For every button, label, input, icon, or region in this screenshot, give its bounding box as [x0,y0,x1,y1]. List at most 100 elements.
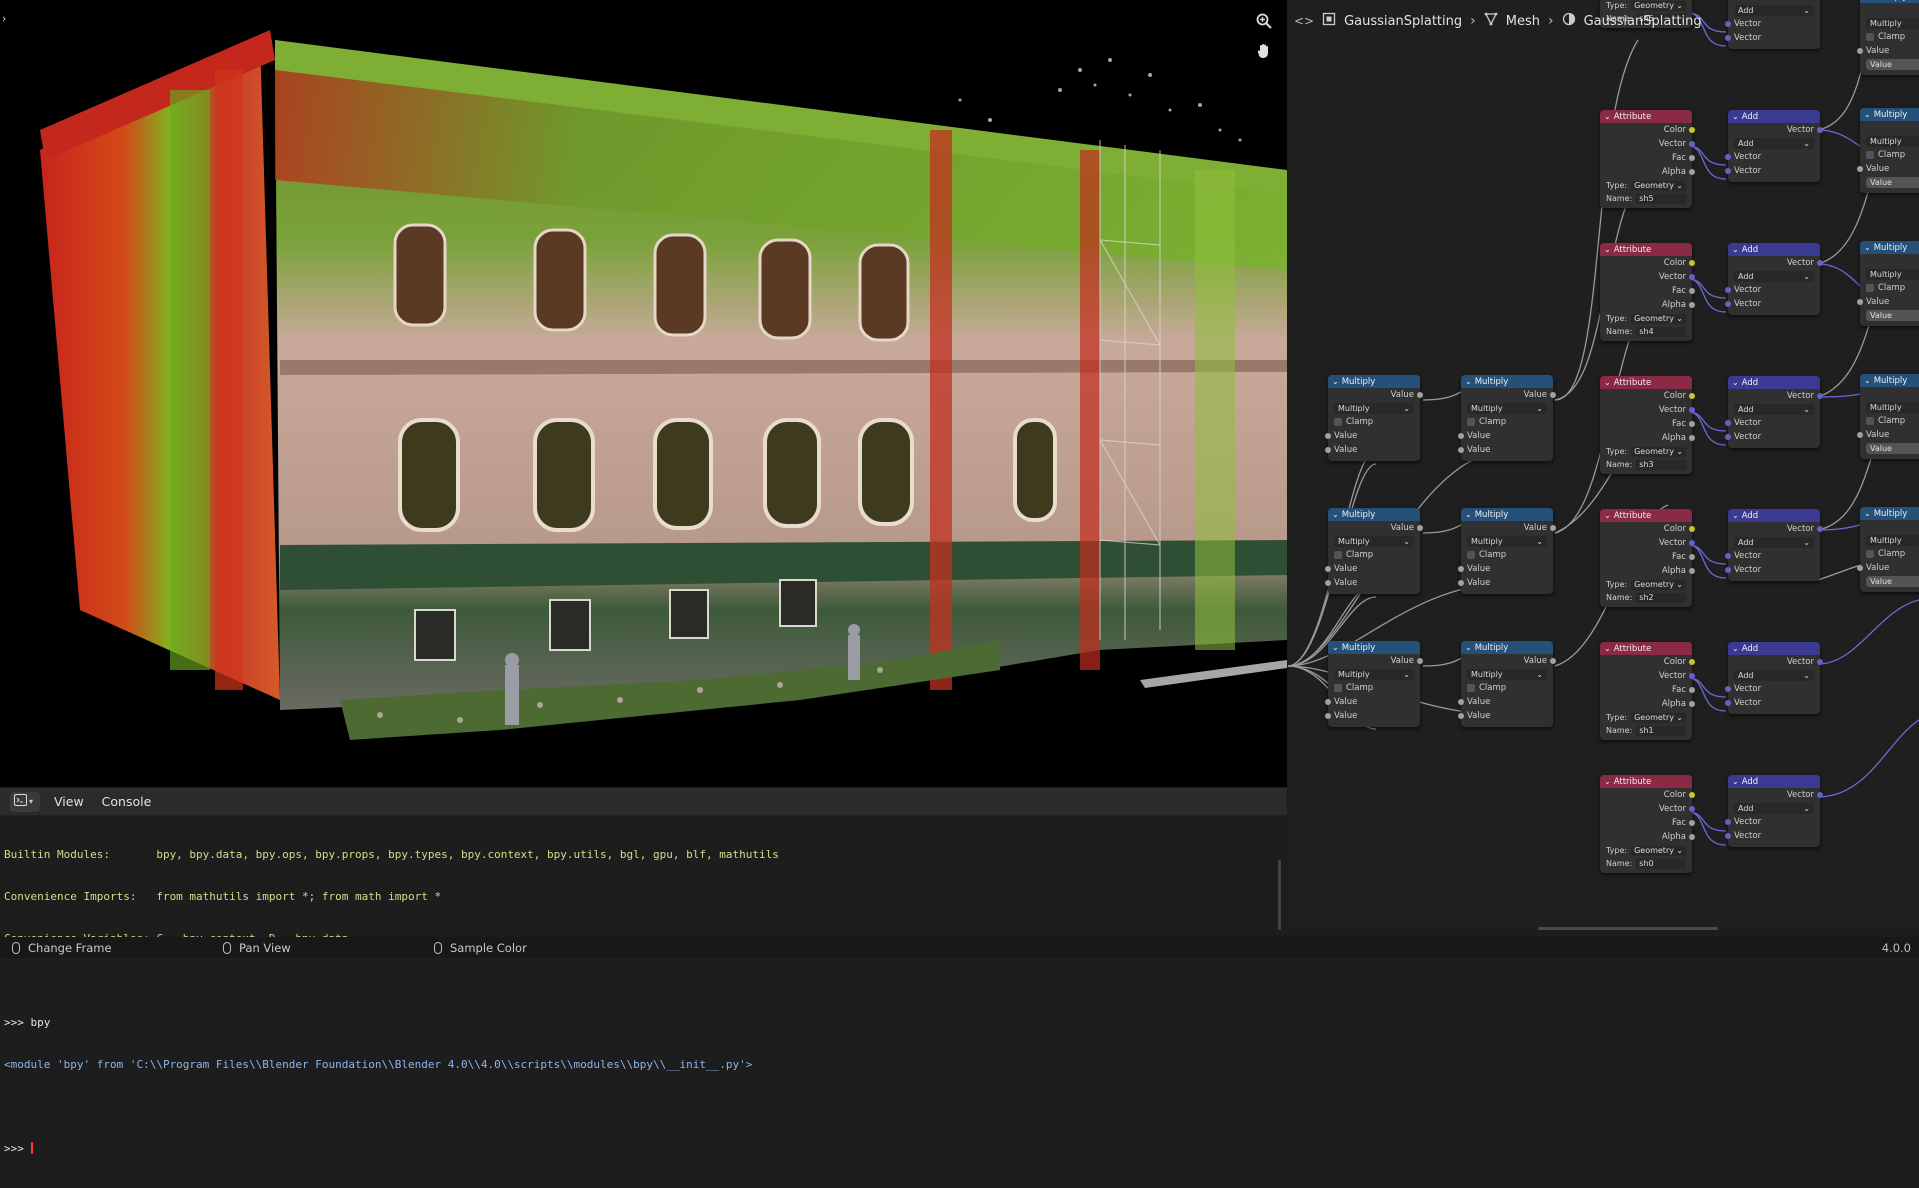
value-field[interactable]: Value-0 [1866,310,1919,321]
type-dropdown[interactable]: Geometry ⌄ [1631,180,1686,191]
name-input[interactable]: sh3 [1636,459,1686,470]
node-socket[interactable] [1689,806,1695,812]
operation-dropdown[interactable]: Multiply⌄ [1866,535,1919,546]
node-socket[interactable] [1725,35,1731,41]
value-field[interactable]: Value1 [1866,177,1919,188]
node-socket[interactable] [1689,834,1695,840]
operation-dropdown[interactable]: Add ⌄ [1734,670,1814,681]
menu-console[interactable]: Console [98,792,156,811]
chevron-down-icon[interactable]: ⌄ [1732,644,1739,653]
viewport-region-toggle[interactable]: › [2,12,6,25]
clamp-checkbox[interactable]: Clamp [1860,148,1919,162]
chevron-down-icon[interactable]: ⌄ [1864,376,1871,385]
node-header[interactable]: ⌄Multiply [1328,641,1420,654]
node-socket[interactable] [1689,169,1695,175]
node-socket[interactable] [1725,833,1731,839]
node-socket[interactable] [1458,433,1464,439]
checkbox[interactable] [1866,284,1874,292]
vector-add-node[interactable]: ⌄AddVectorAdd⌄VectorVector [1725,775,1823,847]
operation-dropdown[interactable]: Multiply⌄ [1334,669,1414,680]
node-header[interactable]: ⌄ Attribute [1600,110,1692,123]
node-socket[interactable] [1689,141,1695,147]
node-header[interactable]: ⌄Multiply [1328,375,1420,388]
math-multiply-node[interactable]: ⌄ Multiply Value Multiply ⌄ Clamp Value Value [1325,375,1423,461]
node-socket[interactable] [1725,686,1731,692]
node-socket[interactable] [1857,299,1863,305]
node-header[interactable]: ⌄Multiply [1461,508,1553,521]
operation-dropdown[interactable]: Multiply⌄ [1467,403,1547,414]
node-header[interactable]: ⌄Multiply [1860,507,1919,520]
math-multiply-node-partial[interactable]: ⌄MultiplyMultiply⌄ClampValueValue1 [1857,108,1919,193]
chevron-down-icon[interactable]: ⌄ [1864,509,1871,518]
breadcrumb-object[interactable]: GaussianSplatting [1344,14,1462,29]
vector-add-node[interactable]: ⌄AddVectorAdd⌄VectorVector [1725,243,1823,315]
chevron-down-icon[interactable]: ⌄ [1864,243,1871,252]
node-socket[interactable] [1689,568,1695,574]
node-socket[interactable] [1325,580,1331,586]
node-socket[interactable] [1689,155,1695,161]
breadcrumb-mesh[interactable]: Mesh [1506,14,1540,29]
node-socket[interactable] [1725,301,1731,307]
math-multiply-node-partial[interactable]: ⌄MultiplyMultiply⌄ClampValueValue-0 [1857,507,1919,592]
node-socket[interactable] [1550,658,1556,664]
operation-dropdown[interactable]: Multiply⌄ [1334,403,1414,414]
node-socket[interactable] [1689,701,1695,707]
checkbox[interactable] [1334,551,1342,559]
console-output[interactable]: Builtin Modules: bpy, bpy.data, bpy.ops,… [0,816,1287,1188]
chevron-down-icon[interactable]: ⌄ [1732,511,1739,520]
node-socket[interactable] [1725,21,1731,27]
clamp-checkbox[interactable]: Clamp [1461,415,1553,429]
attribute-name-field[interactable]: Name: sh0 [1600,857,1692,870]
chevron-down-icon[interactable]: ⌄ [1604,644,1611,653]
console-scrollbar[interactable] [1278,860,1281,930]
chevron-down-icon[interactable]: ⌄ [1465,377,1472,386]
chevron-down-icon[interactable]: ⌄ [1604,777,1611,786]
checkbox[interactable] [1334,418,1342,426]
operation-dropdown[interactable]: Multiply⌄ [1866,136,1919,147]
node-socket[interactable] [1725,700,1731,706]
operation-dropdown[interactable]: Multiply⌄ [1866,18,1919,29]
chevron-down-icon[interactable]: ⌄ [1465,510,1472,519]
node-socket[interactable] [1725,567,1731,573]
node-socket[interactable] [1857,48,1863,54]
node-socket[interactable] [1725,553,1731,559]
node-socket[interactable] [1417,658,1423,664]
operation-dropdown[interactable]: Add ⌄ [1734,404,1814,415]
breadcrumb-material[interactable]: GaussianSplatting [1584,14,1702,29]
attribute-node[interactable]: ⌄AttributeColorVectorFacAlphaType:Geomet… [1600,775,1695,873]
clamp-checkbox[interactable]: Clamp [1860,281,1919,295]
operation-dropdown[interactable]: Multiply⌄ [1334,536,1414,547]
chevron-down-icon[interactable]: ⌄ [1332,377,1339,386]
attribute-type-field[interactable]: Type: Geometry ⌄ [1600,578,1692,591]
checkbox[interactable] [1866,33,1874,41]
node-header[interactable]: ⌄ Attribute [1600,376,1692,389]
node-socket[interactable] [1689,820,1695,826]
clamp-checkbox[interactable]: Clamp [1461,681,1553,695]
chevron-down-icon[interactable]: ⌄ [1864,0,1871,1]
node-socket[interactable] [1689,407,1695,413]
attribute-type-field[interactable]: Type: Geometry ⌄ [1600,445,1692,458]
node-socket[interactable] [1857,565,1863,571]
node-socket[interactable] [1857,166,1863,172]
chevron-down-icon[interactable]: ⌄ [1332,643,1339,652]
node-socket[interactable] [1458,713,1464,719]
value-field[interactable]: Value-1 [1866,59,1919,70]
menu-view[interactable]: View [50,792,88,811]
math-multiply-node[interactable]: ⌄ Multiply Value Multiply ⌄ Clamp Value Value [1325,641,1423,727]
operation-dropdown[interactable]: Add ⌄ [1734,138,1814,149]
chevron-down-icon[interactable]: ⌄ [1732,245,1739,254]
name-input[interactable]: sh1 [1636,725,1686,736]
vector-add-node[interactable]: ⌄AddVectorAdd⌄VectorVector [1725,376,1823,448]
name-input[interactable]: sh2 [1636,592,1686,603]
zoom-icon[interactable] [1251,8,1277,34]
clamp-checkbox[interactable]: Clamp [1328,681,1420,695]
node-socket[interactable] [1550,525,1556,531]
chevron-down-icon[interactable]: ⌄ [1732,777,1739,786]
clamp-checkbox[interactable]: Clamp [1328,415,1420,429]
node-header[interactable]: ⌄Multiply [1860,241,1919,254]
node-socket[interactable] [1725,420,1731,426]
type-dropdown[interactable]: Geometry ⌄ [1631,579,1686,590]
checkbox[interactable] [1467,684,1475,692]
node-header[interactable]: ⌄Multiply [1860,108,1919,121]
node-socket[interactable] [1458,566,1464,572]
